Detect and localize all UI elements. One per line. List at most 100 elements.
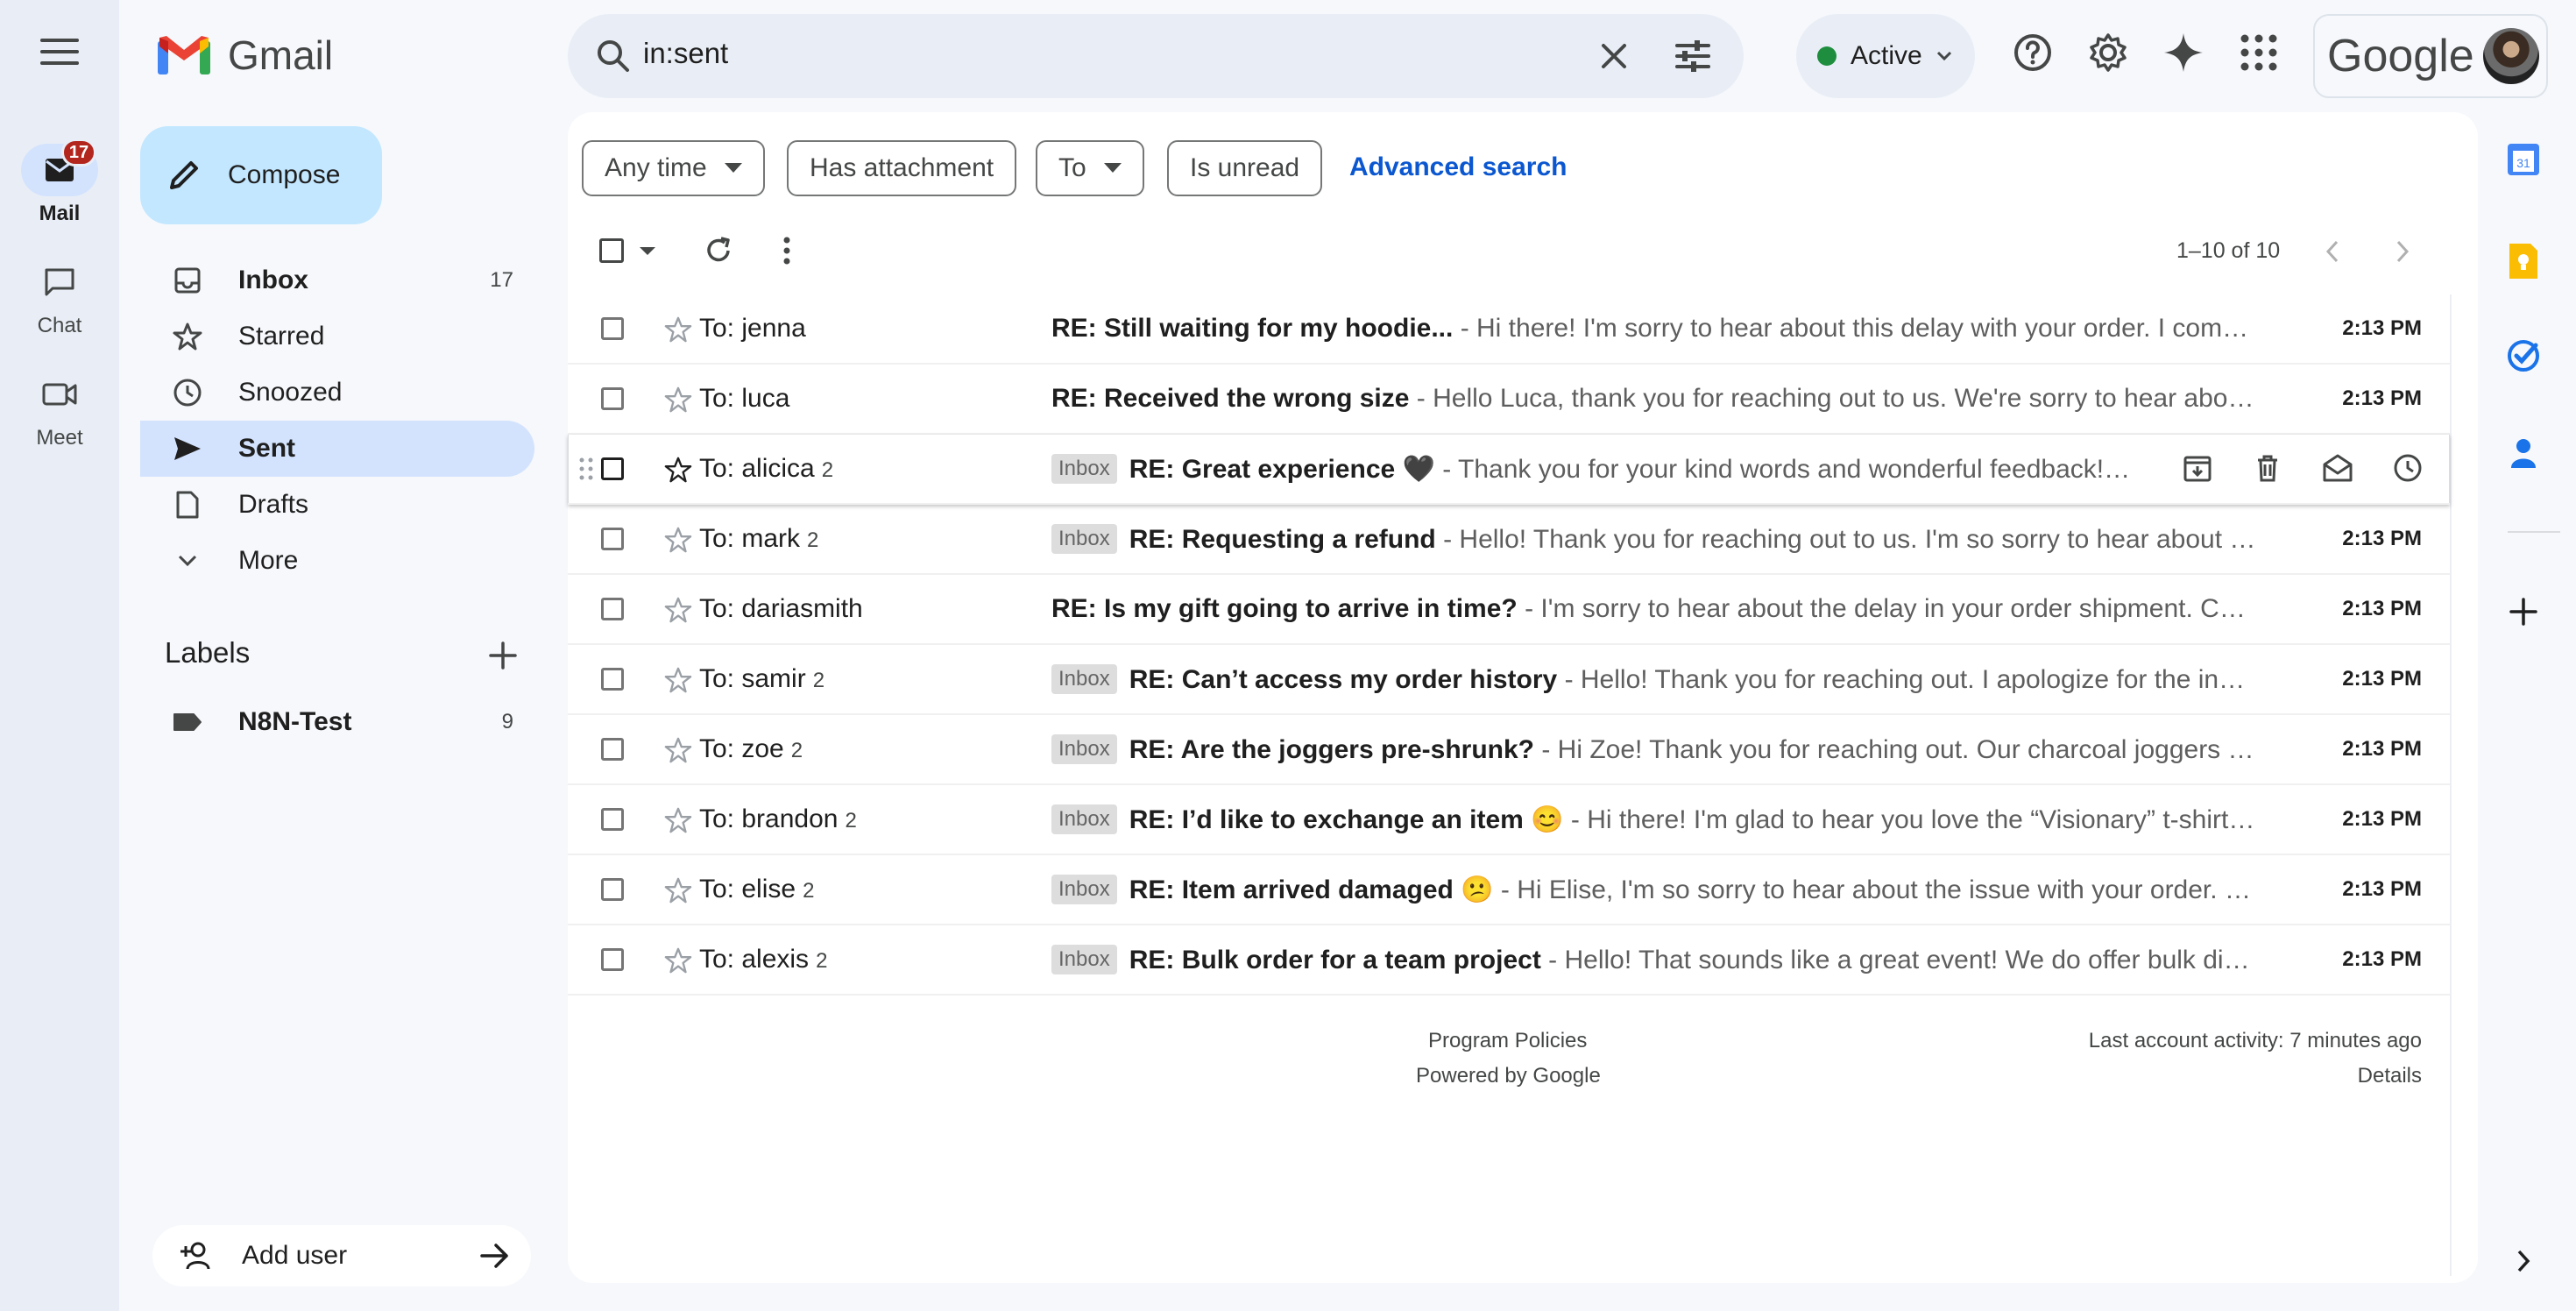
inbox-tag[interactable]: Inbox	[1051, 804, 1117, 834]
search-icon[interactable]	[594, 37, 633, 75]
add-user-button[interactable]: Add user	[152, 1225, 531, 1286]
email-row[interactable]: To: zoe 2 Inbox RE: Are the joggers pre-shr…	[568, 715, 2450, 785]
search-bar[interactable]: in:sent	[568, 14, 1744, 98]
status-selector[interactable]: Active	[1796, 14, 1975, 98]
star-icon[interactable]	[664, 456, 692, 484]
sidebar-label-n8n-test[interactable]: N8N-Test 9	[140, 694, 534, 750]
chevron-right-icon[interactable]	[2394, 238, 2411, 265]
search-options-icon[interactable]	[1674, 37, 1712, 75]
keep-notes-icon[interactable]	[2506, 242, 2541, 280]
email-row[interactable]: To: alicica 2 Inbox RE: Great experience 🖤 …	[568, 435, 2450, 505]
email-subject: RE: Item arrived damaged 😕	[1129, 875, 1494, 904]
gmail-logo[interactable]: Gmail	[156, 32, 333, 79]
apps-grid-icon[interactable]	[2238, 32, 2280, 74]
gemini-sparkle-icon[interactable]	[2162, 32, 2204, 74]
row-checkbox[interactable]	[601, 528, 624, 550]
details-link[interactable]: Details	[2358, 1064, 2422, 1088]
last-account-activity: Last account activity: 7 minutes ago	[2088, 1029, 2422, 1052]
star-icon[interactable]	[664, 315, 692, 344]
row-checkbox[interactable]	[601, 387, 624, 410]
filter-to[interactable]: To	[1036, 140, 1144, 196]
email-row[interactable]: To: mark 2 Inbox RE: Requesting a refund - …	[568, 505, 2450, 575]
sidebar-item-more[interactable]: More	[140, 533, 534, 589]
email-row[interactable]: To: elise 2 Inbox RE: Item arrived damaged …	[568, 855, 2450, 925]
filter-is-unread[interactable]: Is unread	[1167, 140, 1323, 196]
email-row[interactable]: To: brandon 2 Inbox RE: I’d like to exchang…	[568, 785, 2450, 855]
row-checkbox[interactable]	[601, 808, 624, 831]
email-time: 2:13 PM	[2342, 527, 2422, 550]
avatar[interactable]	[2482, 28, 2539, 84]
inbox-tag[interactable]: Inbox	[1051, 663, 1117, 694]
contacts-icon[interactable]	[2506, 435, 2541, 470]
star-icon[interactable]	[664, 386, 692, 414]
rail-chat[interactable]: Chat	[0, 256, 119, 338]
row-checkbox[interactable]	[601, 598, 624, 620]
chevron-left-icon[interactable]	[2324, 238, 2341, 265]
rail-meet[interactable]: Meet	[0, 368, 119, 450]
row-checkbox[interactable]	[601, 948, 624, 971]
expand-panel-icon[interactable]	[2515, 1248, 2532, 1274]
compose-button[interactable]: Compose	[140, 126, 382, 224]
star-icon[interactable]	[664, 596, 692, 624]
snooze-icon[interactable]	[2392, 452, 2424, 484]
label-tag-icon	[173, 713, 202, 731]
email-row[interactable]: To: dariasmith RE: Is my gift going to ar…	[568, 575, 2450, 645]
star-icon[interactable]	[664, 946, 692, 974]
select-all-checkbox[interactable]	[599, 238, 624, 263]
email-time: 2:13 PM	[2342, 947, 2422, 971]
dropdown-arrow-icon	[724, 163, 742, 173]
archive-icon[interactable]	[2182, 452, 2213, 484]
inbox-tag[interactable]: Inbox	[1051, 874, 1117, 904]
sidebar-item-inbox[interactable]: Inbox 17	[140, 252, 534, 308]
email-row[interactable]: To: jenna RE: Still waiting for my hoodie…	[568, 294, 2450, 365]
program-policies-link[interactable]: Program Policies	[1428, 1029, 1587, 1053]
drag-handle-icon[interactable]	[578, 456, 594, 482]
inbox-tag[interactable]: Inbox	[1051, 733, 1117, 764]
email-row[interactable]: To: samir 2 Inbox RE: Can’t access my order…	[568, 645, 2450, 715]
row-checkbox[interactable]	[601, 878, 624, 901]
filter-has-attachment[interactable]: Has attachment	[787, 140, 1017, 196]
search-input[interactable]: in:sent	[643, 37, 728, 70]
email-row[interactable]: To: luca RE: Received the wrong size - He…	[568, 365, 2450, 435]
email-row[interactable]: To: alexis 2 Inbox RE: Bulk order for a tea…	[568, 925, 2450, 996]
email-snippet: - Hi Zoe! Thank you for reaching out. Ou…	[1541, 734, 2257, 764]
inbox-tag[interactable]: Inbox	[1051, 453, 1117, 484]
star-icon[interactable]	[664, 806, 692, 834]
account-switcher[interactable]: Google	[2313, 14, 2548, 98]
sidebar-item-snoozed[interactable]: Snoozed	[140, 365, 534, 421]
side-panel-divider	[2508, 531, 2560, 533]
inbox-tag[interactable]: Inbox	[1051, 944, 1117, 974]
mark-unread-icon[interactable]	[2322, 452, 2353, 484]
close-icon[interactable]	[1595, 37, 1633, 75]
calendar-icon[interactable]: 31	[2506, 142, 2541, 177]
sidebar-item-sent[interactable]: Sent	[140, 421, 534, 477]
row-checkbox[interactable]	[601, 738, 624, 761]
row-checkbox[interactable]	[601, 317, 624, 340]
row-checkbox[interactable]	[601, 668, 624, 691]
rail-mail[interactable]: 17 Mail	[0, 138, 119, 226]
select-dropdown-icon[interactable]	[640, 247, 655, 256]
tasks-icon[interactable]	[2506, 338, 2541, 373]
refresh-icon[interactable]	[703, 235, 734, 266]
labels-heading: Labels	[165, 636, 251, 669]
star-icon[interactable]	[664, 666, 692, 694]
add-addon-icon[interactable]	[2506, 594, 2541, 629]
help-icon[interactable]	[2012, 32, 2054, 74]
add-label-icon[interactable]	[485, 638, 520, 673]
delete-icon[interactable]	[2252, 452, 2283, 484]
main-menu-icon[interactable]	[35, 39, 84, 74]
recipient: To: alexis 2	[699, 945, 828, 974]
star-icon[interactable]	[664, 876, 692, 904]
filter-any-time[interactable]: Any time	[582, 140, 765, 196]
more-vert-icon[interactable]	[780, 235, 794, 266]
scrollbar[interactable]	[2450, 294, 2452, 1276]
advanced-search-link[interactable]: Advanced search	[1349, 152, 1567, 182]
row-checkbox[interactable]	[601, 457, 624, 480]
inbox-tag[interactable]: Inbox	[1051, 523, 1117, 554]
star-icon[interactable]	[664, 736, 692, 764]
star-icon[interactable]	[664, 526, 692, 554]
email-time: 2:13 PM	[2342, 737, 2422, 761]
sidebar-item-starred[interactable]: Starred	[140, 308, 534, 365]
sidebar-item-drafts[interactable]: Drafts	[140, 477, 534, 533]
gear-icon[interactable]	[2087, 32, 2129, 74]
